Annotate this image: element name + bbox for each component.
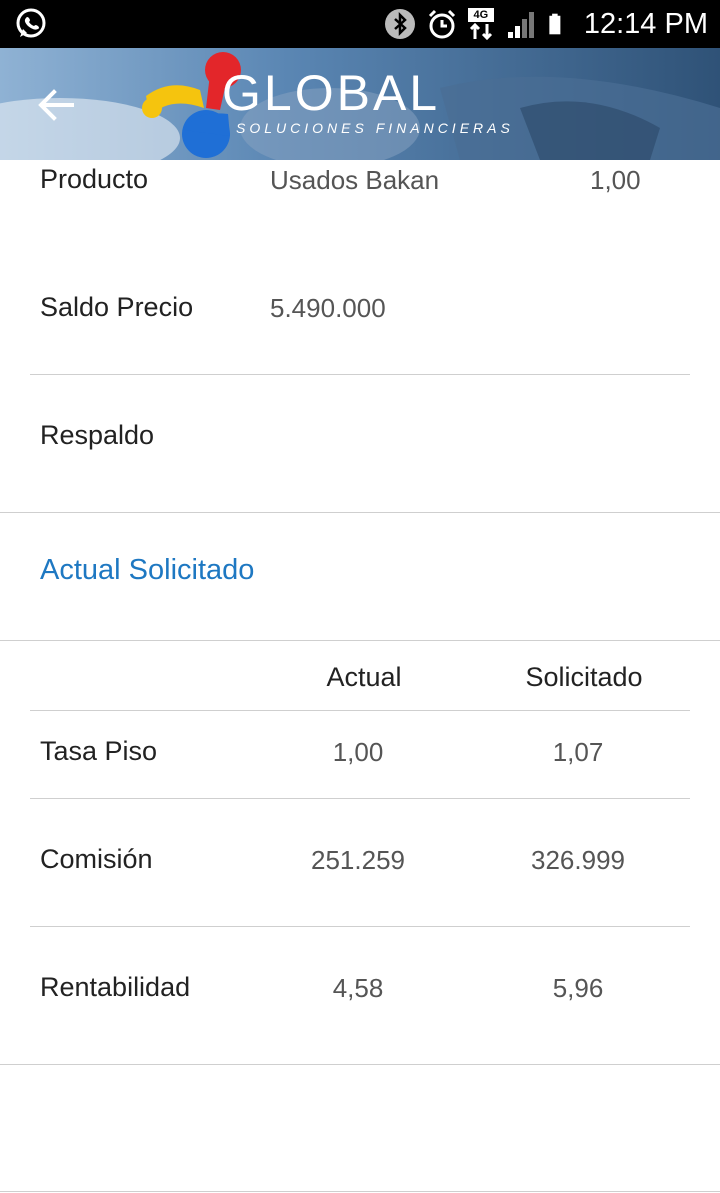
status-bar: 4G 12:14 PM	[0, 0, 720, 48]
column-header-actual: Actual	[326, 662, 402, 692]
column-header-solicitado: Solicitado	[525, 662, 643, 692]
actual-value: 251.259	[311, 845, 405, 875]
section-title: Actual Solicitado	[40, 554, 255, 586]
alarm-icon	[428, 9, 455, 39]
row-label: Tasa Piso	[40, 736, 158, 766]
actual-value: 4,58	[332, 973, 384, 1003]
solicitado-value: 1,07	[552, 737, 604, 767]
clock: 12:14 PM	[583, 7, 708, 40]
actual-value: 1,00	[332, 737, 384, 767]
row-label: Rentabilidad	[40, 972, 191, 1002]
app-header: GLOBAL SOLUCIONES FINANCIERAS	[0, 48, 720, 160]
section-divider	[0, 1064, 720, 1065]
section-divider	[0, 512, 720, 513]
solicitado-value: 5,96	[552, 973, 604, 1003]
saldo-precio-value: 5.490.000	[270, 293, 386, 323]
back-arrow-icon[interactable]	[32, 81, 80, 129]
solicitado-value: 326.999	[531, 845, 625, 875]
signal-icon	[507, 12, 534, 38]
saldo-precio-label: Saldo Precio	[40, 292, 194, 322]
producto-extra-value: 1,00	[590, 165, 641, 195]
divider	[30, 374, 690, 375]
section-divider	[0, 640, 720, 641]
producto-label: Producto	[40, 164, 149, 194]
battery-icon	[549, 13, 561, 35]
divider	[30, 798, 690, 799]
bluetooth-icon	[384, 9, 415, 39]
brand-tagline: SOLUCIONES FINANCIERAS	[236, 120, 514, 136]
producto-value: Usados Bakan	[270, 165, 440, 195]
divider	[30, 710, 690, 711]
section-divider	[0, 1191, 720, 1192]
whatsapp-icon	[16, 8, 46, 38]
respaldo-label: Respaldo	[40, 420, 155, 450]
divider	[30, 926, 690, 927]
row-label: Comisión	[40, 844, 153, 874]
network-type-label: 4G	[467, 8, 494, 22]
network-type-icon: 4G	[467, 8, 496, 40]
brand-name: GLOBAL	[222, 65, 441, 121]
